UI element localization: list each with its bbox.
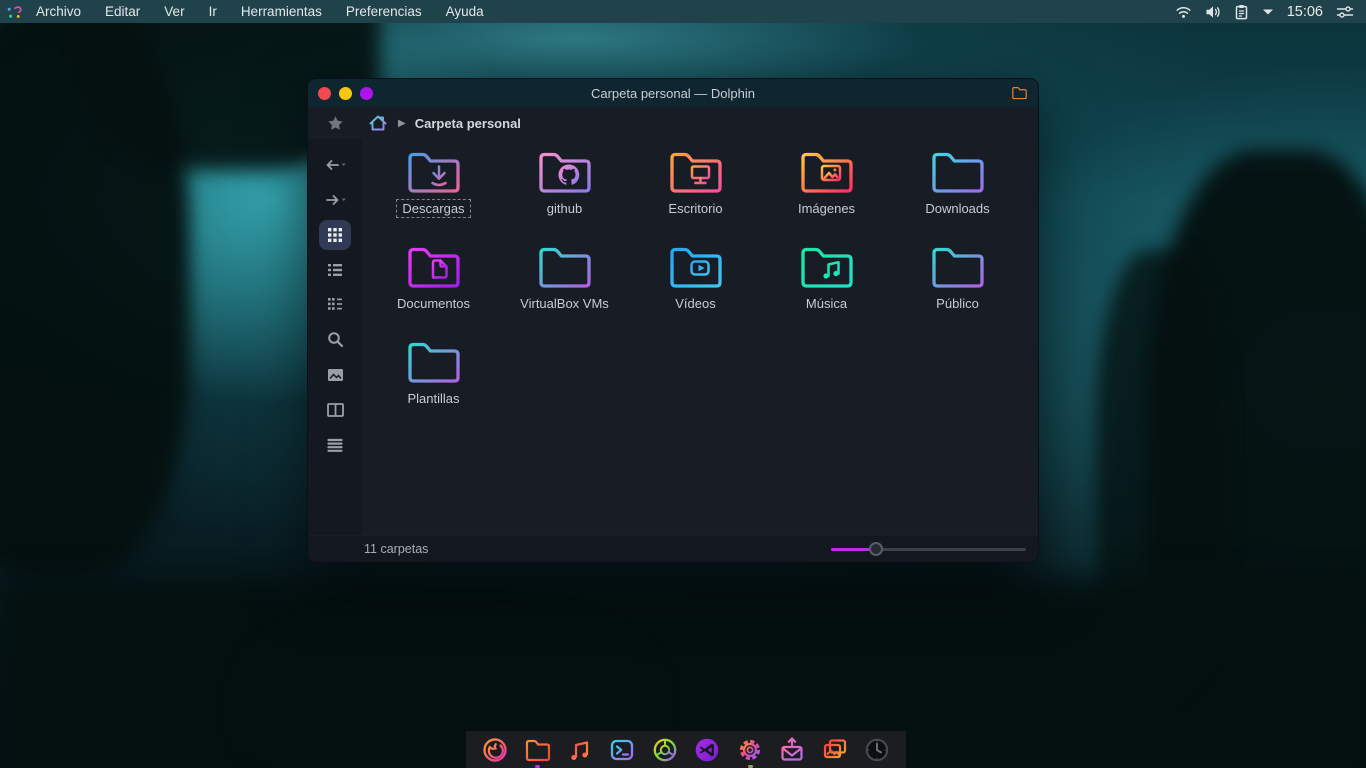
settings-gear-icon[interactable]: [736, 736, 764, 768]
breadcrumb-caret-icon: ▶: [398, 117, 406, 129]
folder-label: Música: [805, 296, 848, 311]
list-view-button[interactable]: [308, 252, 362, 287]
folder-github[interactable]: github: [499, 139, 630, 234]
menu-preferencias[interactable]: Preferencias: [334, 0, 434, 23]
folder-label: github: [546, 201, 583, 216]
folder-publico[interactable]: Público: [892, 234, 1023, 329]
folder-label: Escritorio: [668, 201, 723, 216]
folder-label: Imágenes: [797, 201, 856, 216]
breadcrumb-location[interactable]: Carpeta personal: [415, 116, 521, 131]
split-view-button[interactable]: [308, 392, 362, 427]
folder-label: Vídeos: [675, 296, 716, 311]
window-title: Carpeta personal — Dolphin: [590, 85, 756, 101]
folder-icon-videos: [669, 247, 722, 288]
folder-count-text: 11 carpetas: [364, 542, 429, 556]
running-indicator: [535, 764, 541, 768]
titlebar-folder-icon: [1012, 87, 1027, 100]
folder-downloads[interactable]: Downloads: [892, 139, 1023, 234]
global-menubar: Archivo Editar Ver Ir Herramientas Prefe…: [0, 0, 1366, 23]
menu-herramientas[interactable]: Herramientas: [229, 0, 334, 23]
folder-icon-documents: [407, 247, 460, 288]
folder-musica[interactable]: Música: [761, 234, 892, 329]
home-breadcrumb-icon[interactable]: [368, 114, 388, 132]
volume-icon[interactable]: [1205, 4, 1221, 20]
folder-icon-plain: [931, 152, 984, 193]
system-tray: 15:06: [1175, 4, 1366, 20]
terminal-icon[interactable]: [608, 736, 636, 764]
chromium-icon[interactable]: [651, 736, 679, 764]
folder-descargas[interactable]: Descargas: [368, 139, 499, 234]
folder-documentos[interactable]: Documentos: [368, 234, 499, 329]
menu-editar[interactable]: Editar: [93, 0, 152, 23]
mail-share-icon[interactable]: [778, 736, 806, 764]
tune-sliders-icon[interactable]: [1336, 4, 1354, 20]
folder-plantillas[interactable]: Plantillas: [368, 329, 499, 424]
folder-icon-github: [538, 152, 591, 193]
wifi-icon[interactable]: [1175, 4, 1192, 20]
back-button[interactable]: [308, 147, 362, 182]
menu-ver[interactable]: Ver: [152, 0, 196, 23]
dolphin-window: Carpeta personal — Dolphin ▶ Carpeta per…: [307, 78, 1039, 563]
desktop: Archivo Editar Ver Ir Herramientas Prefe…: [0, 0, 1366, 768]
folder-icon-music: [800, 247, 853, 288]
menu-archivo[interactable]: Archivo: [24, 0, 93, 23]
folder-label: Descargas: [396, 199, 471, 218]
folder-virtualbox-vms[interactable]: VirtualBox VMs: [499, 234, 630, 329]
folder-icon-download: [407, 152, 460, 193]
music-player-icon[interactable]: [566, 736, 594, 764]
folder-icon-pictures: [800, 152, 853, 193]
close-button[interactable]: [318, 86, 331, 100]
folder-icon-plain: [931, 247, 984, 288]
preview-button[interactable]: [308, 357, 362, 392]
folder-grid: Descargas github Escritorio Imágenes Dow…: [368, 139, 1028, 424]
firefox-icon[interactable]: [481, 736, 509, 764]
folder-imagenes[interactable]: Imágenes: [761, 139, 892, 234]
menu-ayuda[interactable]: Ayuda: [434, 0, 496, 23]
folder-icon-desktop: [669, 152, 722, 193]
folder-label: VirtualBox VMs: [520, 296, 609, 311]
forward-button[interactable]: [308, 182, 362, 217]
folder-icon-plain: [538, 247, 591, 288]
titlebar[interactable]: Carpeta personal — Dolphin: [308, 79, 1038, 107]
zoom-slider-knob[interactable]: [869, 542, 883, 556]
menu-button[interactable]: [308, 427, 362, 462]
zoom-slider[interactable]: [831, 542, 1026, 556]
favorite-star-icon[interactable]: [327, 115, 344, 131]
vscode-icon[interactable]: [693, 736, 721, 764]
icons-view-button[interactable]: [308, 217, 362, 252]
folder-videos[interactable]: Vídeos: [630, 234, 761, 329]
clock-time[interactable]: 15:06: [1287, 4, 1323, 20]
maximize-button[interactable]: [360, 86, 373, 100]
sidebar-toolbar: [308, 139, 362, 535]
clipboard-icon[interactable]: [1234, 4, 1249, 20]
compact-view-button[interactable]: [308, 287, 362, 322]
minimize-button[interactable]: [339, 86, 352, 100]
dock: [466, 731, 906, 768]
folder-label: Público: [936, 296, 979, 311]
search-button[interactable]: [308, 322, 362, 357]
clock-icon[interactable]: [863, 736, 891, 764]
folder-icon-plain: [407, 342, 460, 383]
gallery-icon[interactable]: [821, 736, 849, 764]
location-toolbar: ▶ Carpeta personal: [308, 107, 1038, 139]
running-indicator: [747, 764, 753, 768]
menu-ir[interactable]: Ir: [197, 0, 229, 23]
folder-label: Plantillas: [407, 391, 460, 406]
folder-label: Downloads: [925, 201, 990, 216]
caret-down-icon[interactable]: [1262, 8, 1274, 16]
file-manager-icon[interactable]: [523, 736, 551, 768]
folder-escritorio[interactable]: Escritorio: [630, 139, 761, 234]
statusbar: 11 carpetas: [308, 535, 1038, 562]
launcher-logo-icon[interactable]: [6, 4, 24, 20]
folder-label: Documentos: [397, 296, 470, 311]
